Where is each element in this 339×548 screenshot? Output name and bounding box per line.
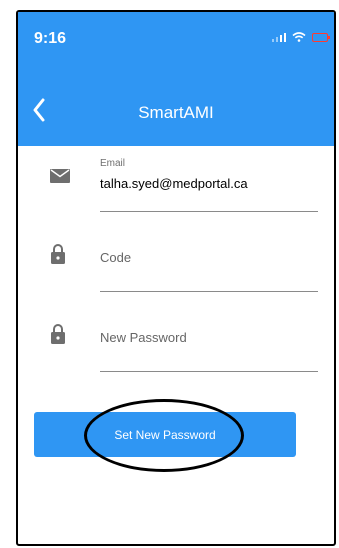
status-icons	[272, 32, 330, 42]
signal-icon	[272, 32, 286, 42]
code-field[interactable]: Code	[18, 238, 334, 298]
lock-icon	[51, 244, 65, 264]
email-field[interactable]: Email talha.syed@medportal.ca	[18, 158, 334, 218]
wifi-icon	[292, 32, 306, 42]
code-underline	[100, 291, 318, 292]
email-label: Email	[100, 158, 126, 169]
code-input[interactable]: Code	[100, 250, 131, 265]
status-time: 9:16	[34, 30, 67, 47]
set-new-password-button[interactable]: Set New Password	[34, 412, 296, 457]
new-password-underline	[100, 371, 318, 372]
page-title: SmartAMI	[138, 103, 214, 122]
lock-icon	[51, 324, 65, 344]
new-password-field[interactable]: New Password	[18, 318, 334, 378]
phone-screen: 9:16 SmartAMI Email talha.syed@medportal…	[16, 10, 336, 546]
email-underline	[100, 211, 318, 212]
app-bar: SmartAMI	[18, 62, 334, 146]
battery-icon	[312, 32, 330, 42]
status-bar: 9:16	[18, 12, 334, 62]
mail-icon	[50, 169, 70, 183]
email-value[interactable]: talha.syed@medportal.ca	[100, 176, 248, 191]
new-password-input[interactable]: New Password	[100, 330, 187, 345]
